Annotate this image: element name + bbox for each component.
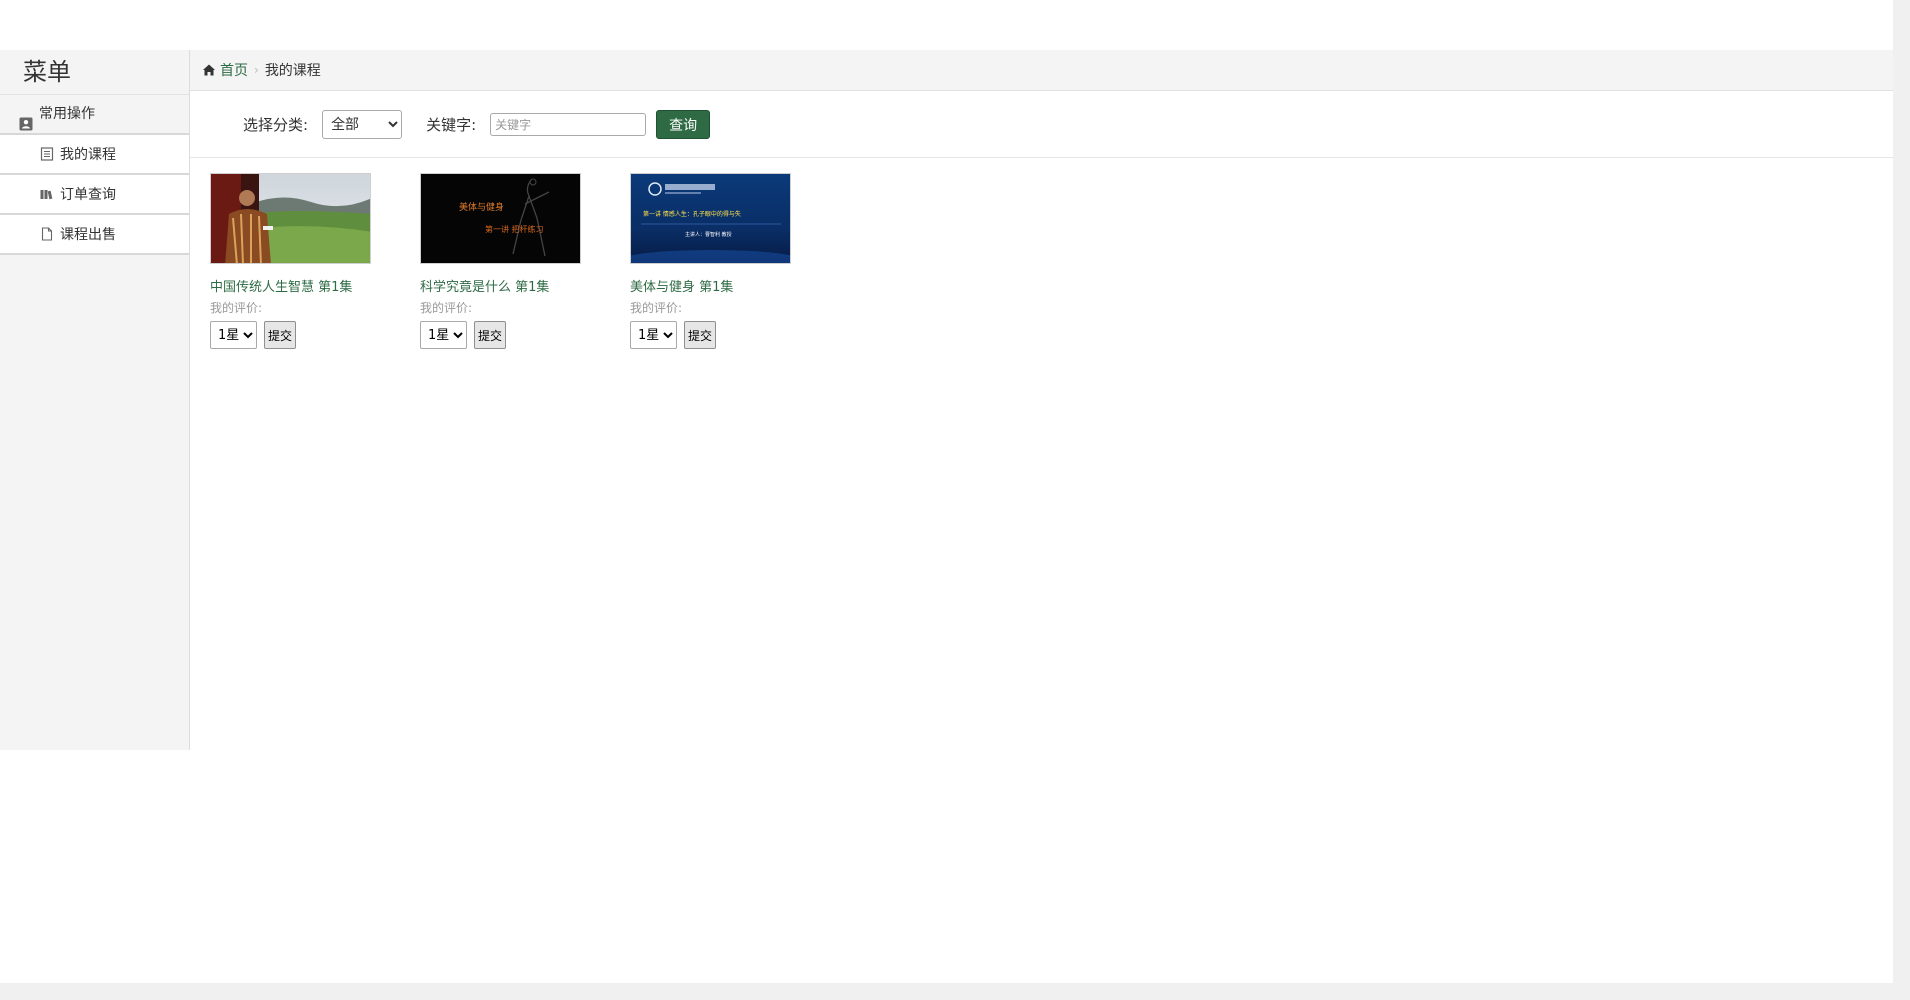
horizontal-scrollbar[interactable] <box>0 983 1910 1000</box>
home-icon <box>202 63 216 77</box>
course-card: 中国传统人生智慧 第1集 我的评价: 1星 提交 <box>210 173 371 349</box>
rating-select[interactable]: 1星 <box>210 321 257 349</box>
sidebar: 菜单 常用操作 我的课程 订单查询 课程出售 <box>0 50 190 750</box>
user-card-icon <box>19 107 33 131</box>
keyword-label: 关键字: <box>426 116 477 134</box>
thumb-text-line: 主讲人：曹智利 教授 <box>685 231 732 238</box>
sidebar-item-label: 订单查询 <box>60 187 116 203</box>
course-thumbnail[interactable]: 美体与健身 第一讲 把杆练习 <box>420 173 581 264</box>
rating-label: 我的评价: <box>210 301 263 315</box>
course-card: 第一讲 情感人生：孔子眼中的得与失 主讲人：曹智利 教授 美体与健身 第1集 我… <box>630 173 791 349</box>
list-icon <box>40 147 54 161</box>
keyword-input[interactable] <box>490 113 647 136</box>
books-icon <box>40 187 54 201</box>
thumb-text-line: 第一讲 情感人生：孔子眼中的得与失 <box>643 210 741 218</box>
page: 菜单 常用操作 我的课程 订单查询 课程出售 首页 › 我的课程 选择分类: 全… <box>0 0 1910 1000</box>
chevron-right-icon: › <box>254 63 259 77</box>
query-button[interactable]: 查询 <box>656 110 711 139</box>
sidebar-group-common[interactable]: 常用操作 <box>0 95 189 135</box>
course-title[interactable]: 科学究竟是什么 第1集 <box>420 276 581 295</box>
breadcrumb-home-label: 首页 <box>220 63 248 79</box>
course-grid: 中国传统人生智慧 第1集 我的评价: 1星 提交 美体与健身 第一讲 把杆练习 <box>210 173 791 349</box>
submit-rating-button[interactable]: 提交 <box>264 321 296 349</box>
rating-select[interactable]: 1星 <box>630 321 677 349</box>
breadcrumb-current: 我的课程 <box>264 63 321 79</box>
rating-select[interactable]: 1星 <box>420 321 467 349</box>
category-label: 选择分类: <box>243 116 309 134</box>
rating-row: 1星 提交 <box>210 321 371 349</box>
sidebar-item-label: 课程出售 <box>60 227 116 243</box>
sidebar-item-label: 我的课程 <box>60 147 116 163</box>
submit-rating-button[interactable]: 提交 <box>684 321 716 349</box>
sidebar-group-label: 常用操作 <box>39 106 95 122</box>
sidebar-item-order-query[interactable]: 订单查询 <box>0 175 189 215</box>
submit-rating-button[interactable]: 提交 <box>474 321 506 349</box>
filter-bar: 选择分类: 全部 关键字: 查询 <box>190 92 1893 158</box>
rating-row: 1星 提交 <box>420 321 581 349</box>
thumb-text-line: 第一讲 把杆练习 <box>485 224 544 234</box>
course-title[interactable]: 美体与健身 第1集 <box>630 276 791 295</box>
vertical-scrollbar[interactable] <box>1893 0 1910 1000</box>
breadcrumb: 首页 › 我的课程 <box>190 50 1893 91</box>
course-card: 美体与健身 第一讲 把杆练习 科学究竟是什么 第1集 我的评价: 1星 提交 <box>420 173 581 349</box>
course-title[interactable]: 中国传统人生智慧 第1集 <box>210 276 371 295</box>
rating-row: 1星 提交 <box>630 321 791 349</box>
sidebar-item-course-sale[interactable]: 课程出售 <box>0 215 189 255</box>
breadcrumb-home[interactable]: 首页 <box>202 60 248 80</box>
sidebar-item-my-courses[interactable]: 我的课程 <box>0 135 189 175</box>
course-thumbnail[interactable]: 第一讲 情感人生：孔子眼中的得与失 主讲人：曹智利 教授 <box>630 173 791 264</box>
course-thumbnail[interactable] <box>210 173 371 264</box>
thumb-text-line: 美体与健身 <box>459 201 504 213</box>
rating-label: 我的评价: <box>420 301 473 315</box>
category-select[interactable]: 全部 <box>322 110 403 139</box>
rating-label: 我的评价: <box>630 301 683 315</box>
file-icon <box>40 227 54 241</box>
sidebar-title: 菜单 <box>0 50 189 95</box>
